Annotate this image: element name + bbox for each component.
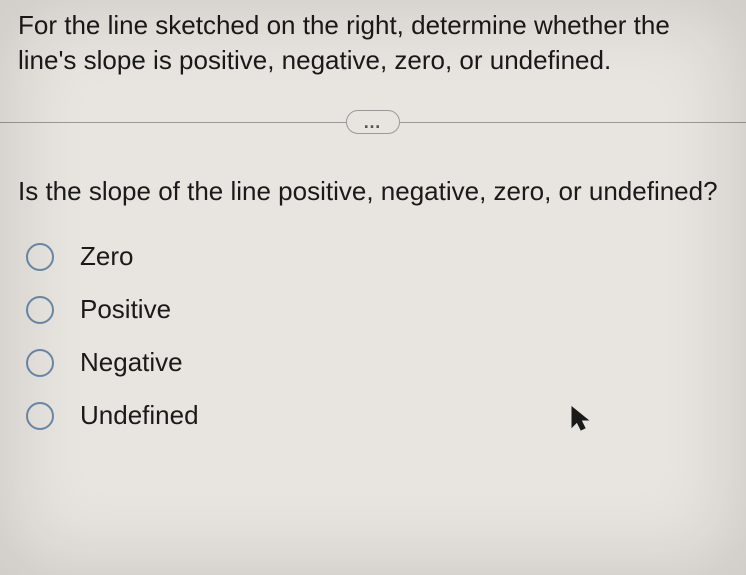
expand-pill[interactable]: … [346,110,400,134]
section-divider[interactable]: … [0,110,746,134]
option-positive[interactable]: Positive [26,294,728,325]
dots-icon: … [363,112,383,132]
option-label: Positive [80,294,171,325]
question-text: Is the slope of the line positive, negat… [18,174,728,209]
divider-line-left [0,122,346,123]
radio-icon[interactable] [26,349,54,377]
option-undefined[interactable]: Undefined [26,400,728,431]
options-group: Zero Positive Negative Undefined [26,241,728,431]
option-label: Undefined [80,400,199,431]
option-label: Negative [80,347,183,378]
option-zero[interactable]: Zero [26,241,728,272]
option-label: Zero [80,241,133,272]
radio-icon[interactable] [26,296,54,324]
radio-icon[interactable] [26,402,54,430]
option-negative[interactable]: Negative [26,347,728,378]
radio-icon[interactable] [26,243,54,271]
problem-statement: For the line sketched on the right, dete… [18,8,728,78]
divider-line-right [400,122,746,123]
